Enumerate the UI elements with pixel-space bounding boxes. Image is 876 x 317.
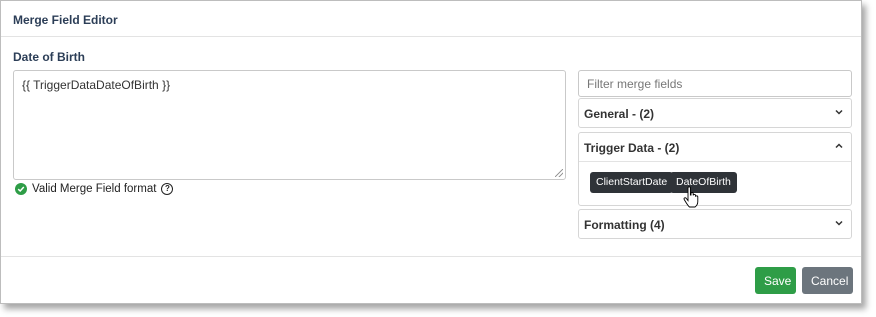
chevron-down-icon — [835, 220, 843, 226]
group-trigger-data-label: Trigger Data - (2) — [584, 141, 680, 155]
merge-field-editor-dialog: Merge Field Editor Date of Birth {{ Trig… — [0, 0, 862, 304]
footer-divider — [1, 256, 861, 257]
cancel-button[interactable]: Cancel — [802, 267, 853, 294]
group-general-header[interactable]: General - (2) — [579, 99, 851, 127]
group-trigger-data-body: ClientStartDate DateOfBirth — [579, 161, 851, 205]
group-general-label: General - (2) — [584, 107, 655, 121]
save-button[interactable]: Save — [755, 267, 796, 294]
question-circle-icon[interactable]: ? — [161, 183, 174, 195]
chevron-down-icon — [835, 109, 843, 115]
resize-grip-icon[interactable] — [555, 169, 563, 177]
merge-field-textarea[interactable]: {{ TriggerDataDateOfBirth }} — [13, 70, 566, 180]
dialog-title: Merge Field Editor — [13, 13, 118, 27]
group-formatting-header[interactable]: Formatting (4) — [579, 210, 851, 238]
group-trigger-data: Trigger Data - (2) ClientStartDate DateO… — [578, 132, 852, 206]
dialog-header: Merge Field Editor — [1, 1, 861, 37]
group-general: General - (2) — [578, 98, 852, 128]
chevron-up-icon — [835, 143, 843, 149]
validation-text: Valid Merge Field format — [32, 183, 157, 195]
validation-status: Valid Merge Field format ? — [15, 182, 174, 196]
merge-field-client-start-date[interactable]: ClientStartDate — [590, 172, 674, 193]
textarea-value: {{ TriggerDataDateOfBirth }} — [22, 78, 171, 92]
hand-pointer-cursor-icon — [683, 186, 699, 208]
merge-field-date-of-birth[interactable]: DateOfBirth — [670, 172, 737, 193]
check-circle-icon — [15, 183, 27, 195]
filter-merge-fields-input[interactable] — [578, 70, 852, 97]
field-label: Date of Birth — [13, 50, 85, 64]
group-formatting: Formatting (4) — [578, 209, 852, 239]
group-trigger-data-header[interactable]: Trigger Data - (2) — [579, 133, 851, 161]
group-formatting-label: Formatting (4) — [584, 218, 665, 232]
